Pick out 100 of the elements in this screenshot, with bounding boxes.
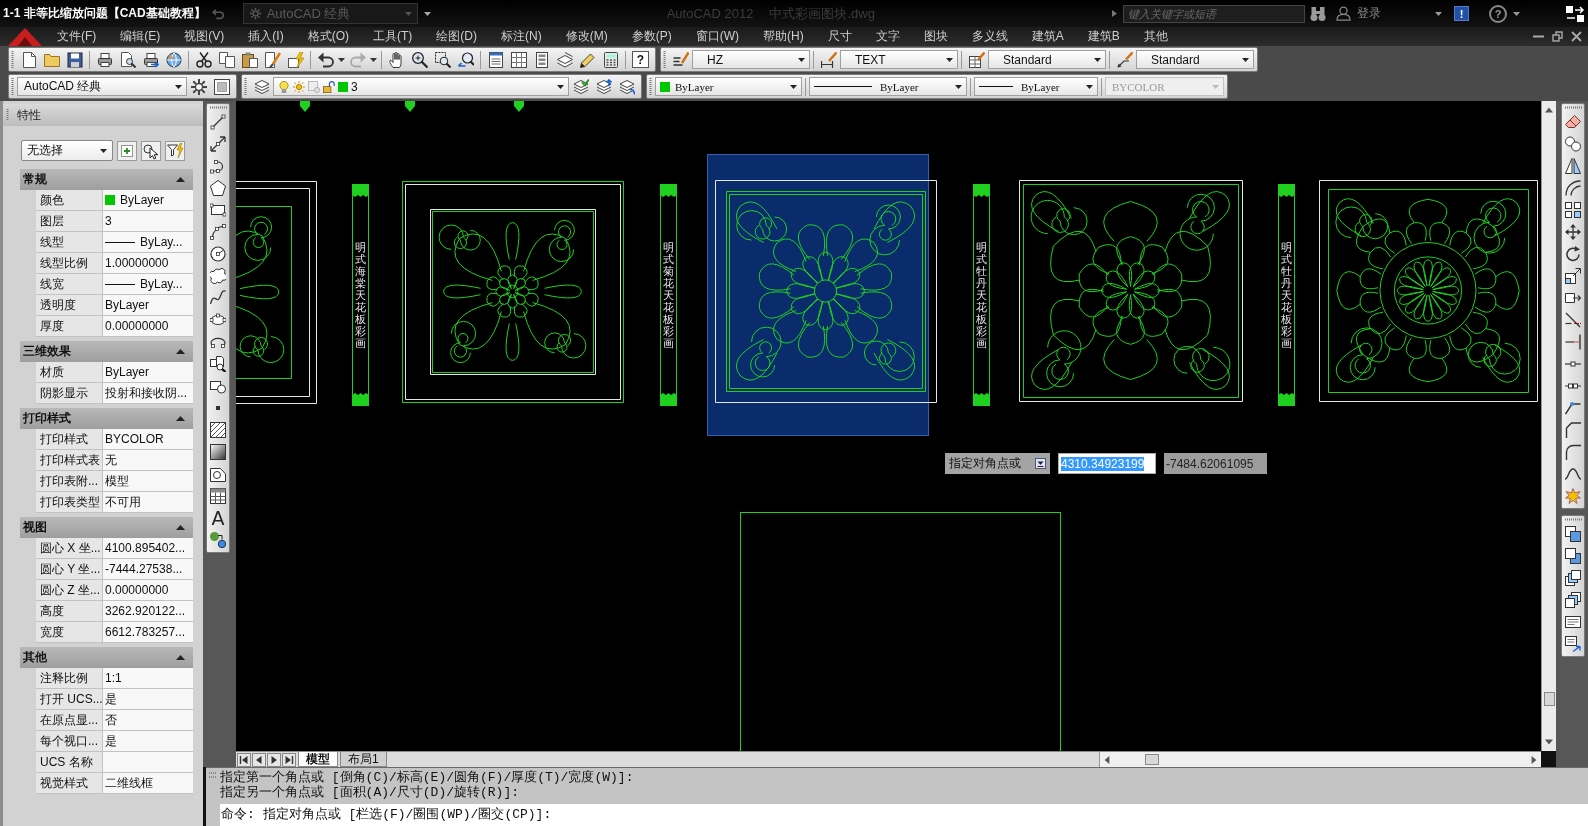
line-icon[interactable] <box>210 114 226 130</box>
overlapping-squares-icon[interactable] <box>1565 548 1581 564</box>
layers-curved-arrow-icon[interactable] <box>618 78 635 95</box>
globe-icon[interactable] <box>165 51 182 68</box>
grip-icon[interactable] <box>11 51 14 68</box>
eraser-icon[interactable] <box>1565 114 1581 130</box>
menu-item[interactable]: 文件(F) <box>45 27 109 46</box>
search-field[interactable]: 键入关键字或短语 <box>1123 4 1305 23</box>
section-header[interactable]: 其他 <box>20 647 193 668</box>
plus-box-icon[interactable] <box>117 140 137 161</box>
section-header[interactable]: 打印样式 <box>20 408 193 429</box>
menu-item[interactable]: 帮助(H) <box>751 27 816 46</box>
stacked-squares-icon[interactable] <box>1565 570 1581 586</box>
property-field[interactable]: 不可用 <box>103 492 193 512</box>
section-header[interactable]: 视图 <box>20 517 193 538</box>
grip-icon[interactable] <box>1564 518 1582 521</box>
help-button[interactable]: ? <box>632 51 649 68</box>
magnifier-icon[interactable] <box>411 51 428 68</box>
menu-item[interactable]: 建筑A <box>1019 27 1076 46</box>
property-field[interactable]: 4100.895402... <box>103 538 193 558</box>
layers-icon[interactable] <box>253 78 270 95</box>
page-icon[interactable] <box>20 51 37 68</box>
overlapping-squares-icon[interactable] <box>1565 526 1581 542</box>
burst-icon[interactable] <box>1565 488 1581 504</box>
grip-icon[interactable] <box>209 106 227 109</box>
section-header[interactable]: 常规 <box>20 169 193 190</box>
logo-icon[interactable] <box>6 27 44 46</box>
double-arrow-line-icon[interactable] <box>210 136 226 152</box>
window-list-icon[interactable] <box>487 51 504 68</box>
down-arrow-box-icon[interactable] <box>1035 458 1046 469</box>
property-field[interactable]: 1.00000000 <box>103 253 193 273</box>
magnifier-arrow-icon[interactable] <box>457 51 474 68</box>
menu-item[interactable]: 窗口(W) <box>683 27 751 46</box>
menu-item[interactable]: 工具(T) <box>361 27 425 46</box>
property-field[interactable]: ByLay... <box>103 232 193 252</box>
grip-icon[interactable] <box>244 78 247 95</box>
ellipse-icon[interactable] <box>210 312 226 328</box>
table-style-dropdown[interactable]: Standard <box>988 50 1106 69</box>
text-frame-icon[interactable] <box>1565 614 1581 630</box>
scaled-squares-icon[interactable] <box>1565 268 1581 284</box>
grip-icon[interactable] <box>663 51 666 68</box>
funnel-lightning-icon[interactable] <box>165 140 185 161</box>
caret-icon[interactable] <box>1435 11 1442 16</box>
property-field[interactable]: 二维线框 <box>103 773 193 793</box>
menu-item[interactable]: 文字 <box>863 27 912 46</box>
menu-item[interactable]: 视图(V) <box>172 27 237 46</box>
text-style-dropdown[interactable]: HZ <box>692 50 810 69</box>
drawing-canvas[interactable]: 明式海棠天花板彩画 明式菊花天花板彩画 明式牡丹天花板彩画 明式牡丹天花板彩画 指定对角点或 4310.34923199 -7484.62061095 <box>236 101 1541 751</box>
squares-arrow-icon[interactable] <box>1566 5 1584 22</box>
text-tool-button[interactable]: A <box>211 507 225 529</box>
property-field[interactable]: ByLayer <box>103 190 193 210</box>
layer-dropdown[interactable]: 3 <box>273 77 569 96</box>
two-pages-icon[interactable] <box>218 51 235 68</box>
rounded-corner-icon[interactable] <box>1565 444 1581 460</box>
pentagon-icon[interactable] <box>210 180 226 196</box>
property-field[interactable]: 0.00000000 <box>103 316 193 336</box>
layout-tab[interactable]: 模型 <box>298 752 338 767</box>
grip-icon[interactable] <box>6 109 9 121</box>
color-dropdown[interactable]: ByLayer <box>655 77 802 96</box>
property-field[interactable]: 3 <box>103 211 193 231</box>
menu-item[interactable]: 图块 <box>911 27 960 46</box>
horizontal-scrollbar[interactable] <box>1099 752 1541 767</box>
minimize-icon[interactable] <box>1533 35 1544 38</box>
vertical-scrollbar[interactable] <box>1541 101 1556 751</box>
caret-icon[interactable] <box>338 57 345 62</box>
page-magnifier-icon[interactable] <box>119 51 136 68</box>
extend-line-icon[interactable] <box>1565 334 1581 350</box>
menu-item[interactable]: 编辑(E) <box>108 27 173 46</box>
grid-panel-icon[interactable] <box>510 51 527 68</box>
stacked-squares-icon[interactable] <box>1565 592 1581 608</box>
gear-icon[interactable] <box>190 78 207 95</box>
property-field[interactable]: 无 <box>103 450 193 470</box>
menu-item[interactable]: 其他 <box>1131 27 1180 46</box>
menu-item[interactable]: 参数(P) <box>619 27 684 46</box>
block-lightning-icon[interactable] <box>287 51 304 68</box>
stretch-arrow-icon[interactable] <box>1565 290 1581 306</box>
scissors-icon[interactable] <box>195 51 212 68</box>
lineweight-dropdown[interactable]: ByLayer <box>974 77 1098 96</box>
stacked-sheets-icon[interactable] <box>556 51 573 68</box>
property-field[interactable]: 是 <box>103 689 193 709</box>
cursor-icon[interactable] <box>141 140 161 161</box>
command-input[interactable]: 命令: 指定对角点或 [栏选(F)/圈围(WP)/圈交(CP)]: <box>220 804 1588 826</box>
circle-icon[interactable] <box>210 246 226 262</box>
menu-item[interactable]: 尺寸 <box>815 27 864 46</box>
up-arrow-icon[interactable] <box>1544 106 1554 114</box>
calculator-icon[interactable] <box>602 51 619 68</box>
menu-item[interactable]: 插入(I) <box>236 27 296 46</box>
wave-curve-icon[interactable] <box>210 290 226 306</box>
hatch-square-icon[interactable] <box>210 422 226 438</box>
pencil-icon[interactable] <box>579 51 596 68</box>
menu-item[interactable]: 建筑B <box>1075 27 1132 46</box>
leader-brush-icon[interactable] <box>1116 51 1133 68</box>
scrollbar-thumb[interactable] <box>1543 692 1555 706</box>
binoculars-icon[interactable] <box>1310 5 1326 22</box>
two-circles-icon[interactable] <box>1565 136 1581 152</box>
cloud-icon[interactable] <box>210 268 226 284</box>
menu-item[interactable]: 修改(M) <box>553 27 620 46</box>
four-arrows-icon[interactable] <box>1565 224 1581 240</box>
trim-lines-icon[interactable] <box>1565 312 1581 328</box>
menu-item[interactable]: 标注(N) <box>489 27 554 46</box>
